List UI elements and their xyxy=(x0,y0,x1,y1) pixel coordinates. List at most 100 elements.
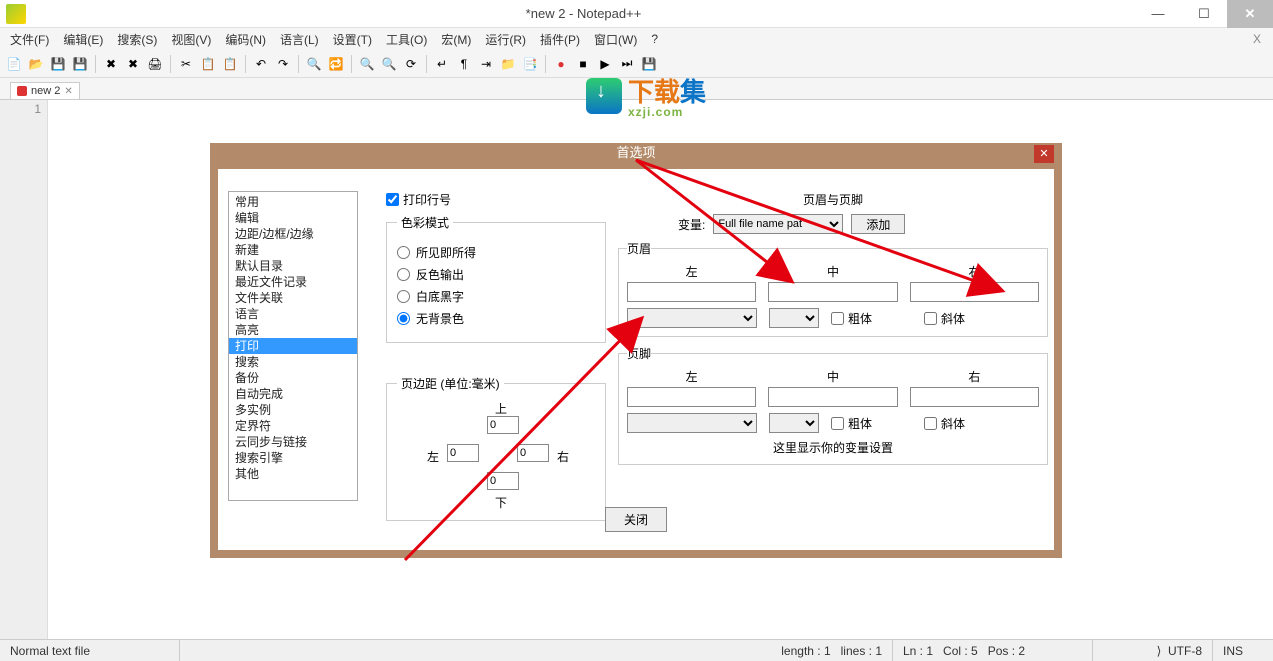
folder-icon[interactable]: 📁 xyxy=(498,54,518,74)
category-item[interactable]: 自动完成 xyxy=(229,386,357,402)
watermark: 下载集 xzji.com xyxy=(586,72,706,119)
status-ins: INS xyxy=(1213,640,1273,661)
menu-settings[interactable]: 设置(T) xyxy=(327,29,378,50)
new-icon[interactable]: 📄 xyxy=(4,54,24,74)
header-group: 页眉 左 中 右 粗体 斜体 xyxy=(618,240,1048,337)
copy-icon[interactable]: 📋 xyxy=(198,54,218,74)
maximize-button[interactable]: ☐ xyxy=(1181,0,1227,28)
color-wysiwyg-radio[interactable]: 所见即所得 xyxy=(397,244,595,261)
category-item[interactable]: 打印 xyxy=(229,338,357,354)
menubar-x-icon[interactable]: X xyxy=(1245,32,1269,46)
document-tab[interactable]: new 2 ✕ xyxy=(10,82,80,99)
preferences-dialog: 首选项 ✕ 常用编辑边距/边框/边缘新建默认目录最近文件记录文件关联语言高亮打印… xyxy=(210,143,1062,558)
margin-right-input[interactable] xyxy=(517,444,549,462)
record-icon[interactable]: ● xyxy=(551,54,571,74)
replace-icon[interactable]: 🔁 xyxy=(326,54,346,74)
category-item[interactable]: 最近文件记录 xyxy=(229,274,357,290)
footer-font-select[interactable] xyxy=(627,413,757,433)
open-icon[interactable]: 📂 xyxy=(26,54,46,74)
category-item[interactable]: 编辑 xyxy=(229,210,357,226)
category-item[interactable]: 备份 xyxy=(229,370,357,386)
playmulti-icon[interactable]: ⏭ xyxy=(617,54,637,74)
print-icon[interactable]: 🖨 xyxy=(145,54,165,74)
margin-top-input[interactable] xyxy=(487,416,519,434)
category-item[interactable]: 搜索 xyxy=(229,354,357,370)
color-invert-radio[interactable]: 反色输出 xyxy=(397,266,595,283)
menu-tools[interactable]: 工具(O) xyxy=(380,29,433,50)
play-icon[interactable]: ▶ xyxy=(595,54,615,74)
header-size-select[interactable] xyxy=(769,308,819,328)
variable-select[interactable]: Full file name pat xyxy=(713,214,843,234)
category-item[interactable]: 其他 xyxy=(229,466,357,482)
margin-bottom-input[interactable] xyxy=(487,472,519,490)
menu-macro[interactable]: 宏(M) xyxy=(435,29,477,50)
zoom-out-icon[interactable]: 🔍 xyxy=(379,54,399,74)
category-item[interactable]: 高亮 xyxy=(229,322,357,338)
menu-view[interactable]: 视图(V) xyxy=(165,29,217,50)
menu-language[interactable]: 语言(L) xyxy=(274,29,325,50)
header-bold-checkbox[interactable]: 粗体 xyxy=(831,310,872,327)
sync-icon[interactable]: ⟳ xyxy=(401,54,421,74)
allchars-icon[interactable]: ¶ xyxy=(454,54,474,74)
dialog-close-button[interactable]: ✕ xyxy=(1034,145,1054,163)
header-font-select[interactable] xyxy=(627,308,757,328)
footer-mid-input[interactable] xyxy=(768,387,897,407)
header-mid-input[interactable] xyxy=(768,282,897,302)
paste-icon[interactable]: 📋 xyxy=(220,54,240,74)
category-item[interactable]: 定界符 xyxy=(229,418,357,434)
category-item[interactable]: 搜索引擎 xyxy=(229,450,357,466)
indent-icon[interactable]: ⇥ xyxy=(476,54,496,74)
margin-left-input[interactable] xyxy=(447,444,479,462)
cut-icon[interactable]: ✂ xyxy=(176,54,196,74)
menu-run[interactable]: 运行(R) xyxy=(479,29,532,50)
category-item[interactable]: 默认目录 xyxy=(229,258,357,274)
print-line-number-checkbox[interactable]: 打印行号 xyxy=(386,191,606,208)
modified-icon xyxy=(17,86,27,96)
category-item[interactable]: 常用 xyxy=(229,194,357,210)
status-filetype: Normal text file xyxy=(0,640,180,661)
funclist-icon[interactable]: 📑 xyxy=(520,54,540,74)
find-icon[interactable]: 🔍 xyxy=(304,54,324,74)
minimize-button[interactable]: — xyxy=(1135,0,1181,28)
window-close-button[interactable] xyxy=(1227,0,1273,28)
redo-icon[interactable]: ↷ xyxy=(273,54,293,74)
category-item[interactable]: 云同步与链接 xyxy=(229,434,357,450)
tab-close-icon[interactable]: ✕ xyxy=(64,86,72,97)
header-right-input[interactable] xyxy=(910,282,1039,302)
category-item[interactable]: 边距/边框/边缘 xyxy=(229,226,357,242)
category-item[interactable]: 语言 xyxy=(229,306,357,322)
savemacro-icon[interactable]: 💾 xyxy=(639,54,659,74)
stop-icon[interactable]: ■ xyxy=(573,54,593,74)
menu-search[interactable]: 搜索(S) xyxy=(111,29,163,50)
menu-window[interactable]: 窗口(W) xyxy=(588,29,643,50)
menu-file[interactable]: 文件(F) xyxy=(4,29,55,50)
add-variable-button[interactable]: 添加 xyxy=(851,214,905,234)
zoom-in-icon[interactable]: 🔍 xyxy=(357,54,377,74)
category-item[interactable]: 文件关联 xyxy=(229,290,357,306)
color-nobg-radio[interactable]: 无背景色 xyxy=(397,310,595,327)
wordwrap-icon[interactable]: ↵ xyxy=(432,54,452,74)
category-item[interactable]: 新建 xyxy=(229,242,357,258)
category-list[interactable]: 常用编辑边距/边框/边缘新建默认目录最近文件记录文件关联语言高亮打印搜索备份自动… xyxy=(228,191,358,501)
header-italic-checkbox[interactable]: 斜体 xyxy=(924,310,965,327)
menu-plugins[interactable]: 插件(P) xyxy=(534,29,586,50)
menu-edit[interactable]: 编辑(E) xyxy=(57,29,109,50)
save-icon[interactable]: 💾 xyxy=(48,54,68,74)
menu-help[interactable]: ? xyxy=(645,30,664,48)
footer-right-input[interactable] xyxy=(910,387,1039,407)
close-all-icon[interactable]: ✖ xyxy=(123,54,143,74)
color-bw-radio[interactable]: 白底黑字 xyxy=(397,288,595,305)
footer-italic-checkbox[interactable]: 斜体 xyxy=(924,415,965,432)
menu-encoding[interactable]: 编码(N) xyxy=(219,29,272,50)
category-item[interactable]: 多实例 xyxy=(229,402,357,418)
line-gutter: 1 xyxy=(0,100,48,639)
statusbar: Normal text file length : 1 lines : 1 Ln… xyxy=(0,639,1273,661)
undo-icon[interactable]: ↶ xyxy=(251,54,271,74)
save-all-icon[interactable]: 💾 xyxy=(70,54,90,74)
footer-bold-checkbox[interactable]: 粗体 xyxy=(831,415,872,432)
dialog-close-bottom-button[interactable]: 关闭 xyxy=(605,507,667,532)
close-icon[interactable]: ✖ xyxy=(101,54,121,74)
footer-left-input[interactable] xyxy=(627,387,756,407)
footer-size-select[interactable] xyxy=(769,413,819,433)
header-left-input[interactable] xyxy=(627,282,756,302)
